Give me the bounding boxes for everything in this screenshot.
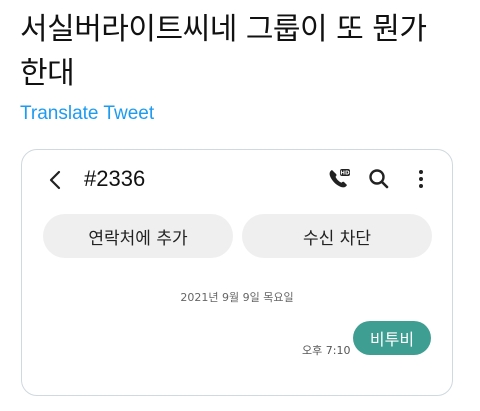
tweet-text: 서실버라이트씨네 그룹이 또 뭔가 한대 (20, 12, 427, 91)
hd-call-icon[interactable]: HD (326, 166, 352, 192)
more-vertical-icon[interactable] (408, 166, 434, 192)
back-icon[interactable] (44, 168, 68, 192)
block-number-button[interactable]: 수신 차단 (242, 214, 432, 258)
svg-text:HD: HD (340, 171, 350, 177)
add-to-contacts-button[interactable]: 연락처에 추가 (43, 214, 233, 258)
messaging-app-header: #2336 HD (22, 150, 452, 210)
conversation-date: 2021년 9월 9일 목요일 (180, 291, 294, 304)
attached-screenshot-card[interactable]: #2336 HD 연락처에 추가 수신 차단 2021년 9월 9일 목요일 오… (21, 149, 453, 396)
contact-number: #2336 (84, 166, 146, 191)
translate-tweet-link[interactable]: Translate Tweet (20, 103, 154, 125)
sent-message-bubble[interactable]: 비투비 (353, 321, 431, 355)
search-icon[interactable] (366, 166, 392, 192)
message-time: 오후 7:10 (302, 344, 351, 357)
